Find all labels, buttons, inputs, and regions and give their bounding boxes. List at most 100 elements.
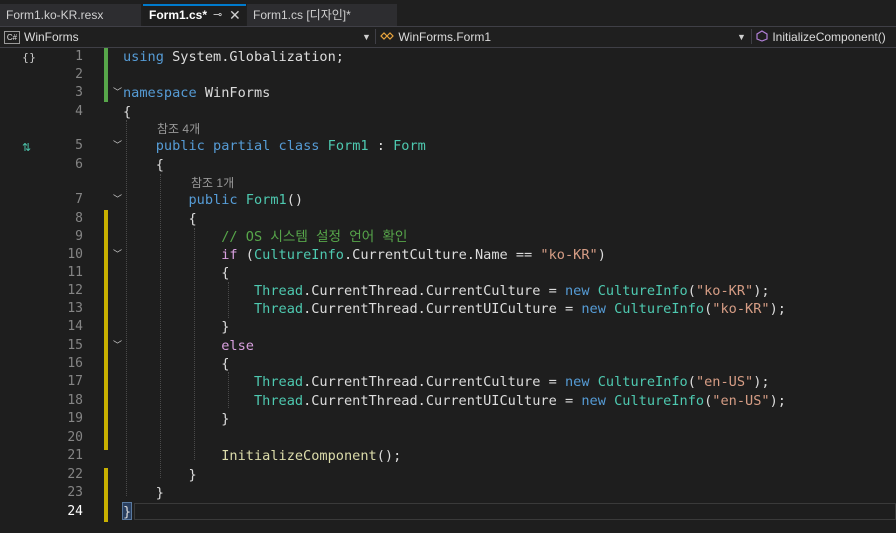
type-name: Form1 xyxy=(245,192,287,208)
code-line: 6 { xyxy=(0,156,896,174)
code-line: 9 // OS 시스템 설정 언어 확인 xyxy=(0,228,896,246)
pin-icon[interactable]: ⊸ xyxy=(213,6,222,25)
line-number: 14 xyxy=(67,319,83,334)
navigation-bar: C# WinForms ▼ WinForms.Form1 ▼ Initialize… xyxy=(0,26,896,48)
chevron-down-icon[interactable]: ﹀ xyxy=(113,191,122,209)
class-name: WinForms.Form1 xyxy=(398,30,492,44)
line-number: 24 xyxy=(67,504,83,519)
code-text: (); xyxy=(376,448,402,464)
code-line: 8 { xyxy=(0,210,896,228)
code-text: () xyxy=(286,192,304,208)
line-number: 2 xyxy=(75,67,83,82)
code-text: ); xyxy=(769,393,786,409)
keyword: class xyxy=(278,138,320,154)
chevron-down-icon[interactable]: ﹀ xyxy=(113,84,122,102)
code-text: ); xyxy=(753,283,770,299)
keyword: namespace xyxy=(123,85,197,101)
code-line: 18 Thread.CurrentThread.CurrentUICulture… xyxy=(0,392,896,410)
type-name: Form1 xyxy=(327,138,369,154)
keyword: new xyxy=(581,393,606,409)
project-name: WinForms xyxy=(24,30,79,44)
code-line: 22 } xyxy=(0,466,896,484)
code-text: { xyxy=(221,356,230,372)
code-text: { xyxy=(155,157,164,173)
type-name: Thread xyxy=(253,283,304,299)
code-editor[interactable]: {} ⇅ 1 using System.Globalization; 2 3 ﹀… xyxy=(0,48,896,533)
line-number: 8 xyxy=(75,211,83,226)
code-line: 10 ﹀ if (CultureInfo.CurrentCulture.Name… xyxy=(0,246,896,264)
chevron-down-icon[interactable]: ﹀ xyxy=(113,246,122,264)
code-line: 15 ﹀ else xyxy=(0,337,896,355)
tab-form1-cs-designer[interactable]: Form1.cs [디자인]* xyxy=(247,4,397,26)
class-dropdown[interactable]: WinForms.Form1 ▼ xyxy=(379,28,747,47)
member-name: InitializeComponent() xyxy=(772,30,886,44)
divider xyxy=(751,29,752,44)
code-text: .CurrentThread.CurrentUICulture = xyxy=(303,393,582,409)
code-text: } xyxy=(123,504,132,520)
tab-label: Form1.cs* xyxy=(149,8,208,22)
code-line: 16 { xyxy=(0,355,896,373)
close-icon[interactable]: ✕ xyxy=(229,6,241,25)
method-name: InitializeComponent xyxy=(221,448,377,464)
code-line: 11 { xyxy=(0,264,896,282)
code-line: 12 Thread.CurrentThread.CurrentCulture =… xyxy=(0,282,896,300)
code-text: ); xyxy=(753,374,770,390)
type-name: CultureInfo xyxy=(597,283,688,299)
document-tab-bar: Form1.ko-KR.resx Form1.cs* ⊸ ✕ Form1.cs … xyxy=(0,0,896,26)
chevron-down-icon[interactable]: ▼ xyxy=(737,28,746,47)
code-text: } xyxy=(221,319,230,335)
tab-form1-cs[interactable]: Form1.cs* ⊸ ✕ xyxy=(143,4,246,26)
line-number: 17 xyxy=(67,374,83,389)
code-text: ) xyxy=(597,247,606,263)
keyword: public xyxy=(188,192,238,208)
code-text: } xyxy=(221,411,230,427)
line-number: 6 xyxy=(75,157,83,172)
line-number: 15 xyxy=(67,338,83,353)
code-text: .CurrentThread.CurrentCulture = xyxy=(303,283,565,299)
line-number: 19 xyxy=(67,411,83,426)
code-line: 19 } xyxy=(0,410,896,428)
tab-label: Form1.ko-KR.resx xyxy=(6,8,104,22)
keyword: else xyxy=(221,338,254,354)
chevron-down-icon[interactable]: ﹀ xyxy=(113,337,122,355)
string-literal: "ko-KR" xyxy=(712,301,770,317)
code-text: } xyxy=(188,467,197,483)
line-number: 1 xyxy=(75,49,83,64)
code-text: { xyxy=(188,211,197,227)
code-text: .CurrentThread.CurrentUICulture = xyxy=(303,301,582,317)
keyword: partial xyxy=(213,138,271,154)
string-literal: "ko-KR" xyxy=(695,283,754,299)
code-text: ( xyxy=(687,283,696,299)
type-name: Thread xyxy=(253,301,304,317)
line-number: 21 xyxy=(67,448,83,463)
comment: // OS 시스템 설정 언어 확인 xyxy=(221,229,408,245)
member-dropdown[interactable]: InitializeComponent() xyxy=(755,28,896,47)
csharp-project-icon: C# xyxy=(4,31,20,45)
keyword: public xyxy=(155,138,205,154)
line-number: 22 xyxy=(67,467,83,482)
chevron-down-icon[interactable]: ▼ xyxy=(362,28,371,47)
code-line: 21 InitializeComponent(); xyxy=(0,447,896,465)
project-dropdown[interactable]: C# WinForms ▼ xyxy=(4,28,371,47)
line-number: 9 xyxy=(75,229,83,244)
reference-count-link[interactable]: 참조 1개 xyxy=(191,174,234,192)
reference-count-link[interactable]: 참조 4개 xyxy=(157,120,200,138)
tab-form1-ko-kr-resx[interactable]: Form1.ko-KR.resx xyxy=(0,4,141,26)
keyword: new xyxy=(564,374,590,390)
code-line: 20 xyxy=(0,429,896,447)
line-number: 20 xyxy=(67,430,83,445)
code-line: 14 } xyxy=(0,318,896,336)
string-literal: "en-US" xyxy=(712,393,770,409)
line-number: 4 xyxy=(75,104,83,119)
code-line: 7 ﹀ public Form1() xyxy=(0,191,896,209)
line-number: 7 xyxy=(75,192,83,207)
code-text: System.Globalization; xyxy=(163,49,344,65)
code-text: .CurrentCulture.Name == xyxy=(344,247,541,263)
code-text: .CurrentThread.CurrentCulture = xyxy=(303,374,565,390)
chevron-down-icon[interactable]: ﹀ xyxy=(113,137,122,155)
type-name: Form xyxy=(393,138,426,154)
code-line: 13 Thread.CurrentThread.CurrentUICulture… xyxy=(0,300,896,318)
